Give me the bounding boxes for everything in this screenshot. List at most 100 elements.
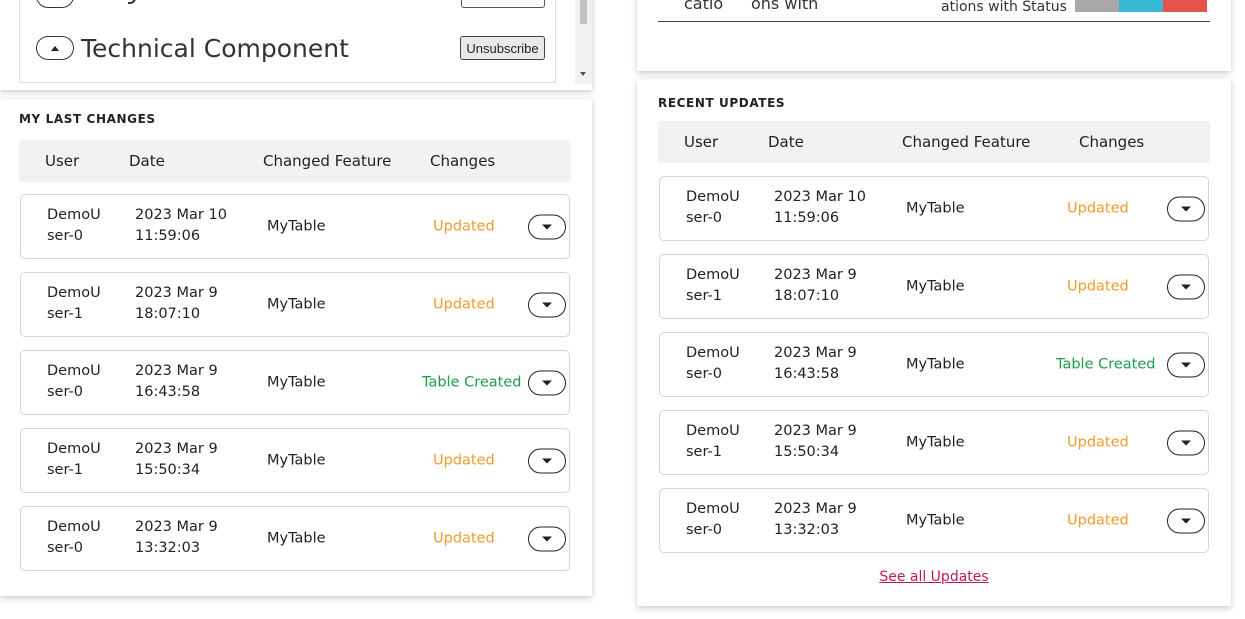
status-color-block-red: [1163, 0, 1207, 12]
cell-date: 2023 Mar 9 18:07:10: [774, 267, 857, 304]
chevron-down-icon: [1181, 440, 1191, 445]
cell-change-status: Updated: [1067, 200, 1129, 216]
cell-change-status: Updated: [433, 452, 495, 468]
cell-change-status: Updated: [1067, 434, 1129, 450]
expand-row-button[interactable]: [1167, 274, 1205, 299]
cell-date: 2023 Mar 9 13:32:03: [774, 501, 857, 538]
table-header: User Date Changed Feature Changes: [19, 140, 571, 182]
applications-panel: catio ons with ations with Status: [637, 0, 1231, 71]
header-cell-partial: ons with: [751, 0, 819, 13]
table-header: User Date Changed Feature Changes: [658, 121, 1210, 163]
table-row: DemoUser-0 2023 Mar 10 11:59:06 MyTable Upd…: [659, 176, 1209, 241]
subscription-row: Technical Component Unsubscribe: [36, 30, 555, 66]
chevron-down-icon: [1181, 362, 1191, 367]
cell-user: DemoUser-0: [686, 501, 740, 538]
cell-date: 2023 Mar 9 15:50:34: [135, 441, 218, 478]
cell-change-status: Updated: [433, 218, 495, 234]
table-row: DemoUser-1 2023 Mar 9 18:07:10 MyTable Upda…: [20, 272, 570, 337]
cell-date: 2023 Mar 9 13:32:03: [135, 519, 218, 556]
chevron-down-icon: [1181, 518, 1191, 523]
table-row: DemoUser-0 2023 Mar 9 16:43:58 MyTable Tabl…: [659, 332, 1209, 397]
cell-change-status: Updated: [1067, 512, 1129, 528]
expand-row-button[interactable]: [1167, 508, 1205, 533]
collapse-toggle-button[interactable]: [36, 36, 74, 60]
table-row: DemoUser-0 2023 Mar 9 13:32:03 MyTable Upda…: [20, 506, 570, 571]
header-cell-partial: catio: [684, 0, 724, 13]
chevron-down-icon: [1181, 206, 1191, 211]
chevron-down-icon: [542, 458, 552, 463]
unsubscribe-button-partial[interactable]: [461, 0, 545, 8]
column-header-date: Date: [129, 152, 165, 170]
cell-user: DemoUser-0: [686, 345, 740, 382]
cell-user: DemoUser-0: [686, 189, 740, 226]
cell-feature: MyTable: [906, 200, 965, 216]
cell-change-status: Table Created: [1056, 356, 1156, 372]
cell-user: DemoUser-0: [47, 207, 101, 244]
table-row: DemoUser-0 2023 Mar 9 13:32:03 MyTable Upda…: [659, 488, 1209, 553]
cell-change-status: Table Created: [422, 374, 522, 390]
chevron-down-icon: [1181, 284, 1191, 289]
scrollbar-thumb[interactable]: [580, 0, 587, 24]
subscription-title: Technical Component: [81, 33, 349, 63]
cell-user: DemoUser-0: [47, 519, 101, 556]
cell-feature: MyTable: [267, 530, 326, 546]
expand-toggle-partial[interactable]: [36, 0, 74, 8]
chevron-down-icon: [542, 224, 552, 229]
expand-row-button[interactable]: [528, 526, 566, 551]
section-title: MY LAST CHANGES: [19, 112, 156, 126]
header-cell-partial: ations with Status: [941, 0, 1067, 15]
my-last-changes-panel: MY LAST CHANGES User Date Changed Featur…: [0, 99, 592, 596]
cell-user: DemoUser-1: [686, 267, 740, 304]
expand-row-button[interactable]: [1167, 352, 1205, 377]
cell-feature: MyTable: [906, 356, 965, 372]
cell-user: DemoUser-0: [47, 363, 101, 400]
cell-user: DemoUser-1: [47, 441, 101, 478]
scrollbar[interactable]: [575, 0, 592, 84]
cell-date: 2023 Mar 10 11:59:06: [135, 207, 227, 244]
expand-row-button[interactable]: [1167, 430, 1205, 455]
table-row: DemoUser-0 2023 Mar 9 16:43:58 MyTable Tabl…: [20, 350, 570, 415]
subscriptions-list: Technical Component Unsubscribe: [19, 0, 556, 83]
cell-feature: MyTable: [906, 512, 965, 528]
see-all-updates-link[interactable]: See all Updates: [637, 569, 1231, 585]
cell-change-status: Updated: [433, 530, 495, 546]
cell-date: 2023 Mar 9 16:43:58: [774, 345, 857, 382]
expand-row-button[interactable]: [528, 370, 566, 395]
column-header-date: Date: [768, 133, 804, 151]
cell-feature: MyTable: [267, 374, 326, 390]
partial-title-glyph: [128, 0, 136, 4]
cell-change-status: Updated: [1067, 278, 1129, 294]
recent-updates-panel: RECENT UPDATES User Date Changed Feature…: [637, 79, 1231, 606]
chevron-down-icon: [542, 302, 552, 307]
column-header-changes: Changes: [1079, 133, 1145, 151]
header-divider: [658, 21, 1210, 22]
cell-feature: MyTable: [906, 434, 965, 450]
table-row: DemoUser-1 2023 Mar 9 15:50:34 MyTable Upda…: [659, 410, 1209, 475]
cell-feature: MyTable: [267, 218, 326, 234]
table-row: DemoUser-0 2023 Mar 10 11:59:06 MyTable Upd…: [20, 194, 570, 259]
expand-row-button[interactable]: [1167, 196, 1205, 221]
cell-date: 2023 Mar 9 15:50:34: [774, 423, 857, 460]
table-row: DemoUser-1 2023 Mar 9 15:50:34 MyTable Upda…: [20, 428, 570, 493]
cell-change-status: Updated: [433, 296, 495, 312]
expand-row-button[interactable]: [528, 292, 566, 317]
subscription-row-partial: [36, 0, 555, 10]
status-color-block-blue: [1119, 0, 1163, 12]
cell-date: 2023 Mar 10 11:59:06: [774, 189, 866, 226]
section-title: RECENT UPDATES: [658, 96, 786, 110]
unsubscribe-button[interactable]: Unsubscribe: [460, 36, 545, 60]
expand-row-button[interactable]: [528, 214, 566, 239]
cell-user: DemoUser-1: [686, 423, 740, 460]
status-color-block-grey: [1075, 0, 1119, 12]
column-header-user: User: [45, 152, 80, 170]
column-header-user: User: [684, 133, 719, 151]
cell-feature: MyTable: [906, 278, 965, 294]
cell-feature: MyTable: [267, 296, 326, 312]
expand-row-button[interactable]: [528, 448, 566, 473]
chevron-down-icon: [542, 380, 552, 385]
column-header-feature: Changed Feature: [263, 152, 392, 170]
column-header-feature: Changed Feature: [902, 133, 1031, 151]
cell-user: DemoUser-1: [47, 285, 101, 322]
scroll-down-arrow-icon[interactable]: [580, 72, 586, 76]
chevron-up-icon: [51, 45, 59, 51]
